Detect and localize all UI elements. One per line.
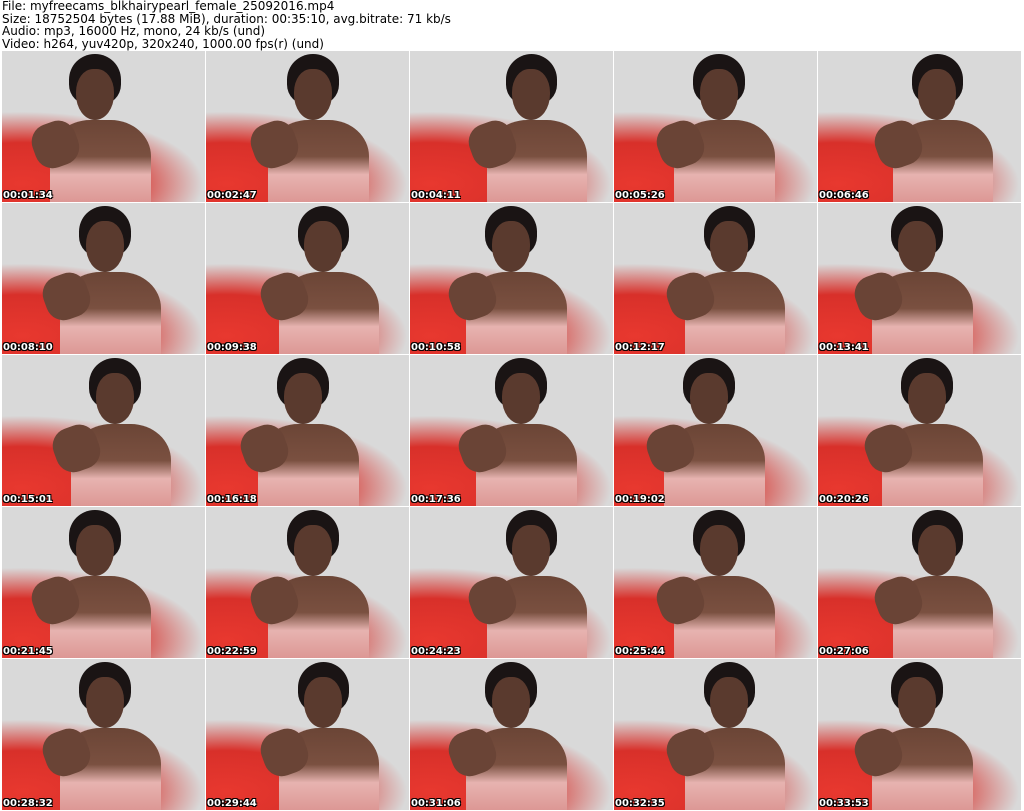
video-frame-thumbnail: 00:08:10 <box>2 203 205 354</box>
person-figure <box>443 206 573 354</box>
timestamp: 00:04:11 <box>411 190 461 201</box>
person-figure <box>37 206 167 354</box>
timestamp: 00:32:35 <box>615 798 665 809</box>
timestamp: 00:06:46 <box>819 190 869 201</box>
video-frame-thumbnail: 00:31:06 <box>410 659 613 810</box>
video-frame-thumbnail: 00:19:02 <box>614 355 817 506</box>
timestamp: 00:08:10 <box>3 342 53 353</box>
file-name-line: File: myfreecams_blkhairypearl_female_25… <box>2 0 335 13</box>
person-figure <box>443 662 573 810</box>
timestamp: 00:13:41 <box>819 342 869 353</box>
timestamp: 00:09:38 <box>207 342 257 353</box>
person-figure <box>27 510 157 658</box>
video-frame-thumbnail: 00:12:17 <box>614 203 817 354</box>
person-figure <box>651 54 781 202</box>
video-frame-thumbnail: 00:27:06 <box>818 507 1021 658</box>
video-frame-thumbnail: 00:16:18 <box>206 355 409 506</box>
timestamp: 00:05:26 <box>615 190 665 201</box>
video-frame-thumbnail: 00:22:59 <box>206 507 409 658</box>
audio-info-line: Audio: mp3, 16000 Hz, mono, 24 kb/s (und… <box>2 24 266 38</box>
person-figure <box>869 54 999 202</box>
video-info-line: Video: h264, yuv420p, 320x240, 1000.00 f… <box>2 36 324 51</box>
video-frame-thumbnail: 00:32:35 <box>614 659 817 810</box>
thumbnail-grid: 00:01:34 00:02:47 00:04:11 00:05:26 00:06:46… <box>2 51 1021 810</box>
person-figure <box>37 662 167 810</box>
timestamp: 00:28:32 <box>3 798 53 809</box>
timestamp: 00:25:44 <box>615 646 665 657</box>
timestamp: 00:22:59 <box>207 646 257 657</box>
video-frame-thumbnail: 00:06:46 <box>818 51 1021 202</box>
video-frame-thumbnail: 00:04:11 <box>410 51 613 202</box>
video-frame-thumbnail: 00:25:44 <box>614 507 817 658</box>
timestamp: 00:27:06 <box>819 646 869 657</box>
timestamp: 00:29:44 <box>207 798 257 809</box>
video-frame-thumbnail: 00:05:26 <box>614 51 817 202</box>
timestamp: 00:21:45 <box>3 646 53 657</box>
person-figure <box>255 662 385 810</box>
person-figure <box>849 206 979 354</box>
person-figure <box>245 54 375 202</box>
person-figure <box>859 358 989 506</box>
person-figure <box>453 358 583 506</box>
person-figure <box>651 510 781 658</box>
person-figure <box>235 358 365 506</box>
video-frame-thumbnail: 00:33:53 <box>818 659 1021 810</box>
person-figure <box>245 510 375 658</box>
video-frame-thumbnail: 00:29:44 <box>206 659 409 810</box>
person-figure <box>47 358 177 506</box>
timestamp: 00:15:01 <box>3 494 53 505</box>
timestamp: 00:33:53 <box>819 798 869 809</box>
video-frame-thumbnail: 00:28:32 <box>2 659 205 810</box>
video-frame-thumbnail: 00:02:47 <box>206 51 409 202</box>
timestamp: 00:12:17 <box>615 342 665 353</box>
video-frame-thumbnail: 00:24:23 <box>410 507 613 658</box>
video-frame-thumbnail: 00:21:45 <box>2 507 205 658</box>
video-frame-thumbnail: 00:20:26 <box>818 355 1021 506</box>
person-figure <box>849 662 979 810</box>
timestamp: 00:19:02 <box>615 494 665 505</box>
timestamp: 00:02:47 <box>207 190 257 201</box>
video-frame-thumbnail: 00:10:58 <box>410 203 613 354</box>
timestamp: 00:31:06 <box>411 798 461 809</box>
person-figure <box>869 510 999 658</box>
person-figure <box>463 54 593 202</box>
timestamp: 00:24:23 <box>411 646 461 657</box>
person-figure <box>255 206 385 354</box>
video-frame-thumbnail: 00:13:41 <box>818 203 1021 354</box>
video-frame-thumbnail: 00:09:38 <box>206 203 409 354</box>
timestamp: 00:20:26 <box>819 494 869 505</box>
timestamp: 00:16:18 <box>207 494 257 505</box>
person-figure <box>661 206 791 354</box>
person-figure <box>661 662 791 810</box>
video-frame-thumbnail: 00:15:01 <box>2 355 205 506</box>
person-figure <box>641 358 771 506</box>
person-figure <box>463 510 593 658</box>
video-frame-thumbnail: 00:17:36 <box>410 355 613 506</box>
person-figure <box>27 54 157 202</box>
file-info-header: File: myfreecams_blkhairypearl_female_25… <box>2 0 451 50</box>
timestamp: 00:10:58 <box>411 342 461 353</box>
timestamp: 00:01:34 <box>3 190 53 201</box>
video-frame-thumbnail: 00:01:34 <box>2 51 205 202</box>
timestamp: 00:17:36 <box>411 494 461 505</box>
